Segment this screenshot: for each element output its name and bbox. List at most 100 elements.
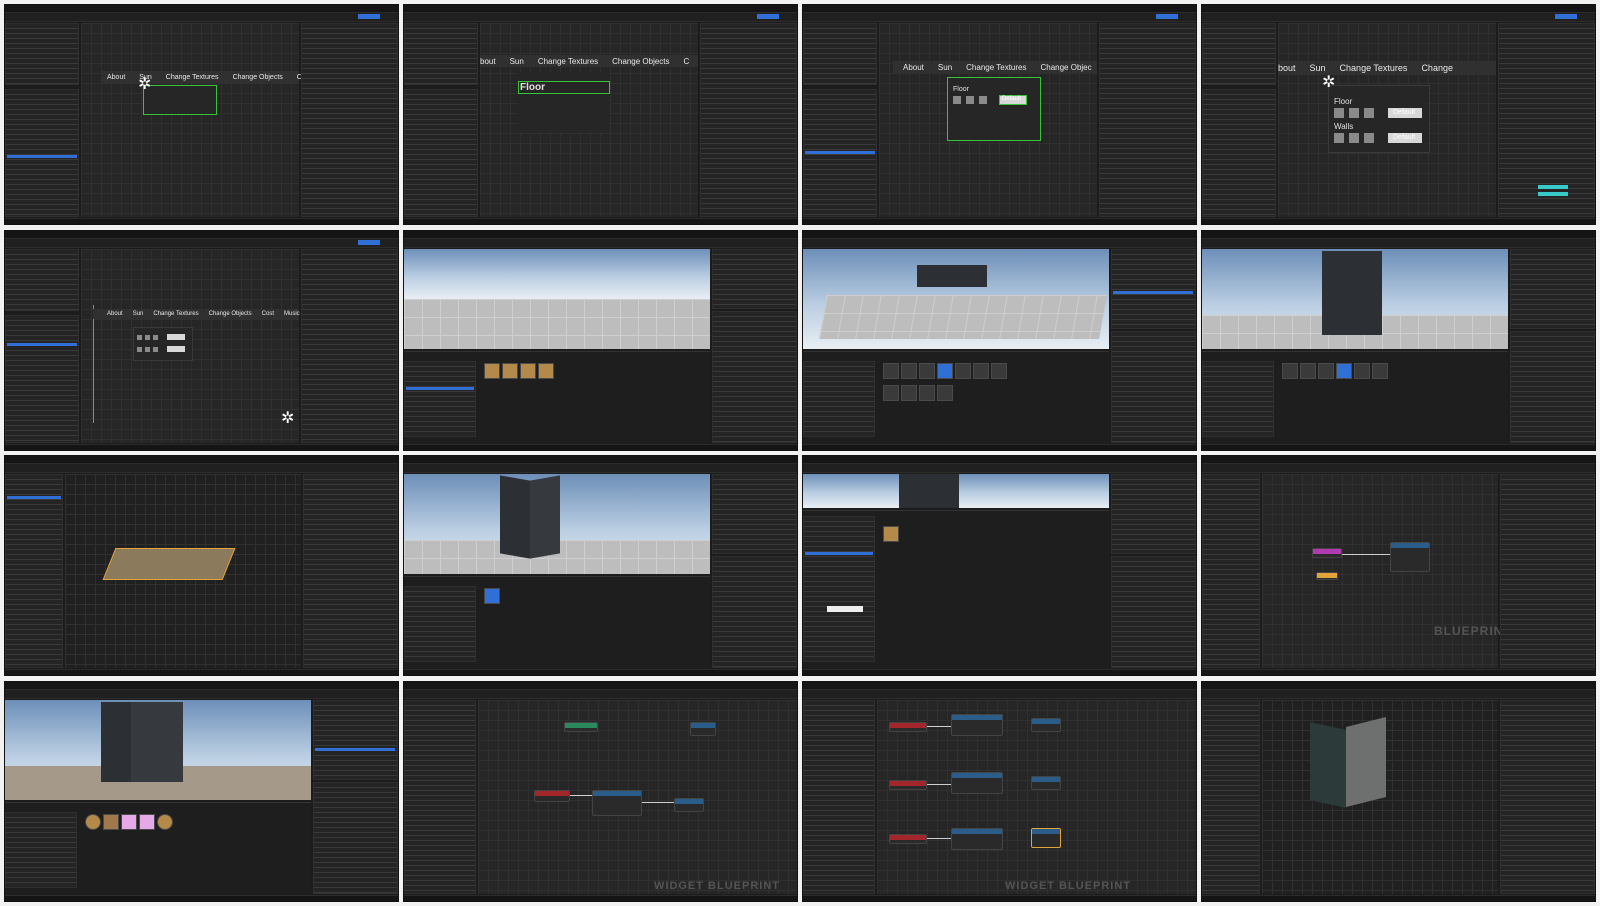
mini-default-button-2[interactable] — [167, 345, 185, 352]
designer-mode-button[interactable] — [358, 14, 380, 19]
content-selected-folder[interactable] — [805, 552, 873, 556]
menu-bar[interactable] — [1202, 5, 1595, 13]
menu-bar[interactable] — [1202, 230, 1595, 239]
mini-button-3[interactable] — [153, 334, 158, 340]
asset-thumbnail-5[interactable] — [1354, 362, 1370, 379]
texture-button-2[interactable] — [966, 96, 974, 104]
thumbnail-content-browser[interactable] — [802, 455, 1197, 677]
menu-change-objects[interactable]: Change Objects — [209, 311, 252, 317]
details-panel[interactable] — [1500, 700, 1595, 895]
menu-change-textures[interactable]: Change Textures — [966, 63, 1026, 72]
node-on-clicked-3[interactable] — [889, 834, 927, 845]
wall-left[interactable] — [500, 475, 530, 560]
asset-thumbnail-7[interactable] — [991, 362, 1007, 379]
hierarchy-selected-row[interactable] — [7, 342, 77, 346]
asset-thumbnail-selected[interactable] — [937, 362, 953, 379]
toolbar[interactable] — [803, 690, 1196, 700]
menu-bar[interactable] — [404, 230, 797, 239]
color-swatch-1[interactable] — [1538, 185, 1568, 189]
menu-change-objects[interactable]: Change — [1421, 63, 1453, 73]
node-set-material[interactable] — [1390, 542, 1430, 573]
content-folder-tree[interactable] — [803, 516, 875, 663]
toolbar[interactable] — [1202, 238, 1595, 248]
designer-mode-button[interactable] — [1156, 14, 1178, 19]
asset-thumbnail-1[interactable] — [1282, 362, 1298, 379]
mini-button-5[interactable] — [145, 346, 150, 352]
thumbnail-widget-floor-walls[interactable]: bout Sun Change Textures Change Floor De… — [1201, 4, 1596, 225]
asset-thumbnail-1[interactable] — [883, 526, 899, 543]
toolbar[interactable] — [803, 13, 1196, 22]
node-event[interactable] — [1312, 548, 1342, 559]
menu-change-textures[interactable]: Change Textures — [1340, 63, 1408, 73]
palette-panel[interactable] — [404, 23, 478, 85]
menu-change-objects[interactable]: Change Objects — [612, 57, 669, 66]
asset-thumbnail-3[interactable] — [919, 362, 935, 379]
details-panel[interactable] — [1111, 556, 1196, 669]
walls-texture-button-3[interactable] — [1364, 133, 1374, 143]
toolbar[interactable] — [803, 238, 1196, 248]
walls-texture-button-2[interactable] — [1349, 133, 1359, 143]
node-target-1[interactable] — [1031, 718, 1061, 733]
toolbar[interactable] — [1202, 690, 1595, 700]
menu-bar[interactable] — [5, 682, 398, 691]
menu-about[interactable]: bout — [480, 57, 496, 66]
content-folder-tree[interactable] — [1202, 360, 1274, 437]
content-folder-tree[interactable] — [404, 586, 476, 663]
node-get-array[interactable] — [674, 798, 704, 813]
component-selected-row[interactable] — [7, 496, 61, 500]
node-set-material-1[interactable] — [951, 714, 1003, 737]
designer-mode-button[interactable] — [358, 239, 380, 245]
toolbar[interactable] — [404, 238, 797, 248]
menu-bar[interactable] — [5, 230, 398, 239]
node-set-material-3[interactable] — [951, 828, 1003, 851]
my-blueprint-panel[interactable] — [803, 700, 875, 895]
thumbnail-level-wall-placement[interactable] — [802, 229, 1197, 451]
node-cast[interactable] — [564, 722, 598, 733]
menu-bar[interactable] — [803, 5, 1196, 13]
node-on-clicked-1[interactable] — [889, 722, 927, 733]
color-swatch-2[interactable] — [1538, 192, 1568, 196]
texture-button-1[interactable] — [953, 96, 961, 104]
material-thumbnail-1[interactable] — [85, 814, 101, 831]
walls-texture-button-1[interactable] — [1334, 133, 1344, 143]
content-selected-folder[interactable] — [406, 386, 474, 390]
asset-thumbnail-1[interactable] — [883, 362, 899, 379]
node-set-material-2[interactable] — [951, 772, 1003, 795]
node-set-material[interactable] — [592, 790, 642, 817]
hierarchy-selected-row[interactable] — [805, 151, 875, 154]
selected-widget-box[interactable] — [143, 85, 217, 115]
menu-change-textures[interactable]: Change Textures — [166, 74, 219, 81]
wall-left-textured[interactable] — [1310, 722, 1346, 808]
details-panel[interactable] — [712, 556, 797, 669]
wall-mesh[interactable] — [1322, 250, 1382, 335]
mini-button-6[interactable] — [153, 346, 158, 352]
details-panel[interactable] — [1510, 330, 1595, 443]
asset-thumbnail-6[interactable] — [1372, 362, 1388, 379]
menu-sun[interactable]: Sun — [1310, 63, 1326, 73]
details-panel[interactable] — [1099, 23, 1196, 217]
node-target[interactable] — [690, 722, 716, 737]
toolbar[interactable] — [404, 690, 797, 700]
thumbnail-widget-menu[interactable]: About Sun Change Textures Change Objects… — [4, 4, 399, 225]
content-folder-tree[interactable] — [5, 812, 77, 889]
wall-right-textured[interactable] — [1346, 717, 1386, 808]
toolbar[interactable] — [803, 464, 1196, 474]
thumbnail-widget-floor-buttons[interactable]: About Sun Change Textures Change Objec F… — [802, 4, 1197, 225]
components-panel[interactable] — [5, 474, 63, 669]
mini-button-1[interactable] — [137, 334, 142, 340]
designer-mode-button[interactable] — [757, 14, 779, 19]
toolbar[interactable] — [404, 464, 797, 474]
wall-right[interactable] — [530, 475, 560, 560]
event-graph[interactable] — [1262, 474, 1498, 669]
viewport-sky[interactable] — [404, 248, 710, 299]
menu-bar[interactable] — [1202, 456, 1595, 465]
details-panel[interactable] — [1500, 474, 1595, 669]
node-on-clicked[interactable] — [534, 790, 570, 803]
material-thumbnail-3[interactable] — [121, 814, 137, 831]
node-target-2[interactable] — [1031, 776, 1061, 791]
menu-change-objects[interactable]: Change Objects — [233, 74, 283, 81]
menu-change-objects[interactable]: Change Objec — [1040, 63, 1091, 72]
menu-change-textures[interactable]: Change Textures — [153, 311, 198, 317]
thumbnail-level-empty[interactable] — [403, 229, 798, 451]
outliner-panel[interactable] — [313, 700, 398, 781]
